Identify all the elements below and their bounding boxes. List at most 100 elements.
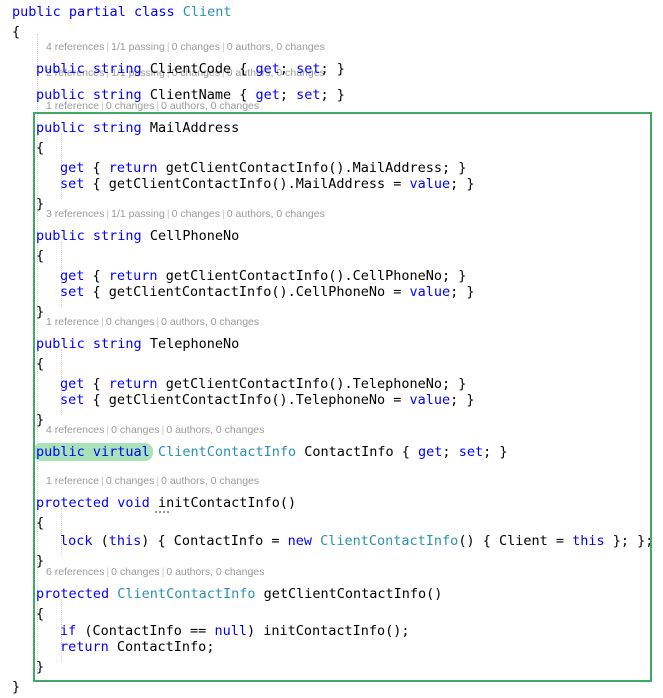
codelens-row[interactable]: 1 reference | 0 changes | 0 authors, 0 chang… bbox=[46, 315, 259, 330]
code-line[interactable]: { bbox=[12, 22, 20, 42]
codelens-row[interactable]: 6 references | 0 changes | 0 authors, 0 chan… bbox=[46, 565, 264, 580]
code-line[interactable]: public string TelephoneNo bbox=[36, 334, 239, 354]
code-line[interactable]: public virtual ClientContactInfo Contact… bbox=[33, 442, 508, 462]
code-token: value bbox=[409, 392, 451, 408]
code-line[interactable]: public string ClientCode { get; set; } bbox=[36, 59, 345, 79]
codelens-changes[interactable]: 0 changes bbox=[172, 41, 220, 53]
code-token: ( bbox=[92, 533, 109, 549]
code-line[interactable]: } bbox=[12, 677, 20, 697]
code-line[interactable]: } bbox=[36, 551, 44, 571]
codelens-authors[interactable]: 0 authors, 0 changes bbox=[166, 424, 264, 436]
code-token: value bbox=[409, 176, 451, 192]
codelens-row[interactable]: 4 references | 0 changes | 0 authors, 0 chan… bbox=[46, 423, 264, 438]
code-token: ; } bbox=[450, 392, 475, 408]
code-token: public bbox=[12, 4, 61, 20]
codelens-references[interactable]: 4 references bbox=[46, 41, 104, 53]
codelens-authors[interactable]: 0 authors, 0 changes bbox=[166, 566, 264, 578]
code-token: ; bbox=[279, 61, 297, 77]
code-token: getClientContactInfo() bbox=[255, 586, 443, 602]
code-token: ; } bbox=[450, 176, 475, 192]
code-token: string bbox=[92, 228, 142, 244]
code-line[interactable]: } bbox=[36, 302, 44, 322]
code-token: } bbox=[12, 679, 21, 695]
code-token: class bbox=[133, 4, 175, 20]
codelens-tests[interactable]: 1/1 passing bbox=[111, 208, 165, 220]
code-line[interactable]: set { getClientContactInfo().MailAddress… bbox=[60, 174, 475, 194]
code-line[interactable]: lock (this) { ContactInfo = new ClientCo… bbox=[60, 531, 653, 551]
code-token: ; } bbox=[320, 87, 345, 103]
code-token: MailAddress bbox=[141, 120, 240, 136]
codelens-references[interactable]: 3 references bbox=[46, 208, 104, 220]
code-token: { bbox=[36, 606, 45, 622]
codelens-row[interactable]: 1 reference | 0 changes | 0 authors, 0 chang… bbox=[46, 474, 259, 489]
code-token: ; } bbox=[320, 61, 345, 77]
code-token: { bbox=[36, 140, 45, 156]
code-line[interactable]: { bbox=[36, 604, 44, 624]
code-token: string bbox=[92, 336, 142, 352]
code-line[interactable]: { bbox=[36, 513, 44, 533]
code-token: ) initContactInfo(); bbox=[246, 623, 410, 639]
code-token: { getClientContactInfo().CellPhoneNo = bbox=[84, 284, 410, 300]
code-line[interactable]: } bbox=[36, 657, 44, 677]
code-token: } bbox=[36, 553, 45, 569]
code-token: } bbox=[36, 304, 45, 320]
codelens-references[interactable]: 4 references bbox=[46, 424, 104, 436]
code-line[interactable]: } bbox=[36, 410, 44, 430]
code-line[interactable]: { bbox=[36, 138, 44, 158]
code-token: ContactInfo; bbox=[108, 639, 215, 655]
code-token: ; } bbox=[483, 444, 508, 460]
codelens-authors[interactable]: 0 authors, 0 changes bbox=[161, 475, 259, 487]
code-token: ClientName { bbox=[141, 87, 256, 103]
codelens-authors[interactable]: 0 authors, 0 changes bbox=[161, 316, 259, 328]
codelens-row[interactable]: 3 references | 1/1 passing | 0 changes | 0 aut… bbox=[46, 207, 325, 222]
codelens-references[interactable]: 6 references bbox=[46, 566, 104, 578]
code-token: { bbox=[36, 356, 45, 372]
code-line[interactable]: { bbox=[36, 354, 44, 374]
quick-action-hint-icon[interactable] bbox=[155, 508, 169, 513]
code-token: this bbox=[108, 533, 142, 549]
code-token: TelephoneNo bbox=[141, 336, 240, 352]
code-line[interactable]: set { getClientContactInfo().TelephoneNo… bbox=[60, 390, 475, 410]
code-line[interactable]: public string CellPhoneNo bbox=[36, 226, 239, 246]
code-token: get bbox=[255, 61, 280, 77]
code-token: () { Client = bbox=[458, 533, 573, 549]
code-line[interactable]: set { getClientContactInfo().CellPhoneNo… bbox=[60, 282, 475, 302]
codelens-references[interactable]: 1 reference bbox=[46, 316, 99, 328]
code-token: } bbox=[36, 659, 45, 675]
codelens-changes[interactable]: 0 changes bbox=[106, 316, 154, 328]
codelens-row[interactable]: 4 references | 1/1 passing | 0 changes | 0 aut… bbox=[46, 40, 325, 55]
code-token: protected bbox=[36, 495, 110, 511]
codelens-separator: | bbox=[101, 475, 104, 487]
code-token: CellPhoneNo bbox=[141, 228, 240, 244]
code-line[interactable]: public string MailAddress bbox=[36, 118, 239, 138]
codelens-changes[interactable]: 0 changes bbox=[172, 208, 220, 220]
selected-token[interactable]: public virtual bbox=[33, 443, 153, 461]
code-token: initContactInfo() bbox=[149, 495, 297, 511]
code-line[interactable]: public string ClientName { get; set; } bbox=[36, 85, 345, 105]
code-token: this bbox=[572, 533, 605, 549]
codelens-authors[interactable]: 0 authors, 0 changes bbox=[227, 41, 325, 53]
code-token: { getClientContactInfo().MailAddress = bbox=[84, 176, 410, 192]
codelens-references[interactable]: 1 reference bbox=[46, 475, 99, 487]
codelens-authors[interactable]: 0 authors, 0 changes bbox=[227, 208, 325, 220]
code-token: { bbox=[36, 515, 45, 531]
code-token: } bbox=[36, 412, 45, 428]
codelens-changes[interactable]: 0 changes bbox=[106, 475, 154, 487]
codelens-changes[interactable]: 0 changes bbox=[111, 424, 159, 436]
codelens-tests[interactable]: 1/1 passing bbox=[111, 41, 165, 53]
code-line[interactable]: } bbox=[36, 194, 44, 214]
code-token: void bbox=[117, 495, 150, 511]
code-line[interactable]: return ContactInfo; bbox=[60, 637, 214, 657]
code-line[interactable]: protected ClientContactInfo getClientCon… bbox=[36, 584, 442, 604]
codelens-changes[interactable]: 0 changes bbox=[111, 566, 159, 578]
code-line[interactable]: { bbox=[36, 246, 44, 266]
code-token: value bbox=[409, 284, 451, 300]
code-token: ClientContactInfo bbox=[117, 586, 256, 602]
code-token: ClientContactInfo bbox=[157, 444, 297, 460]
code-editor-surface[interactable]: 4 references | 1/1 passing | 0 changes | 0 aut… bbox=[0, 0, 663, 698]
code-line[interactable]: public partial class Client bbox=[12, 2, 232, 22]
codelens-separator: | bbox=[101, 316, 104, 328]
